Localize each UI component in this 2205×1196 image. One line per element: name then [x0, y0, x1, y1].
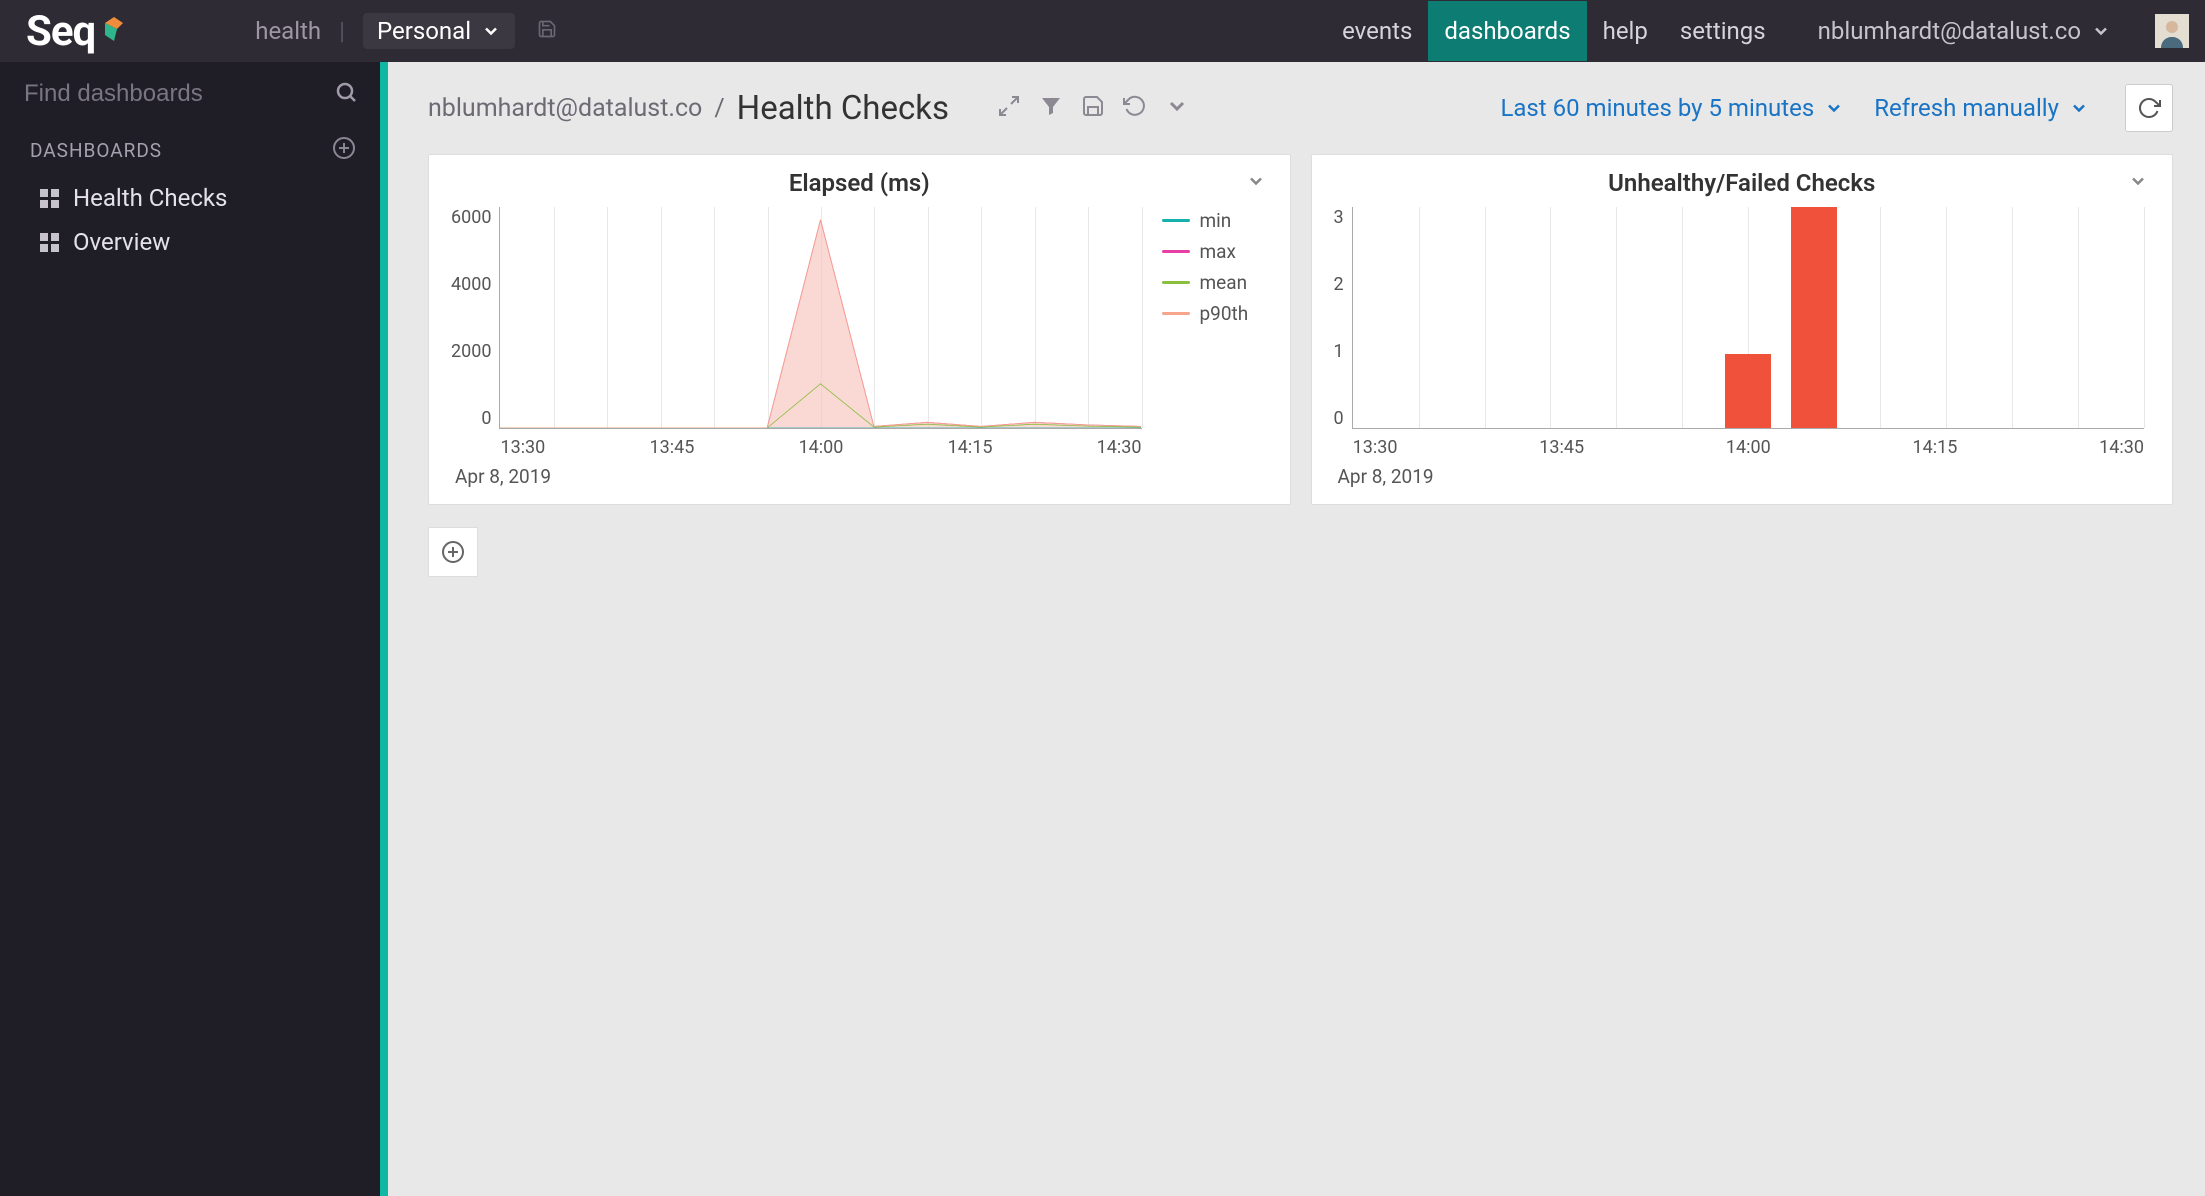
- signal-separator: |: [339, 17, 345, 45]
- accent-strip: [380, 62, 388, 1196]
- chart-card-unhealthy: Unhealthy/Failed Checks 3210 13:3013:451…: [1311, 154, 2174, 505]
- main: nblumhardt@datalust.co / Health Checks L…: [388, 62, 2205, 1196]
- refresh-mode-label: Refresh manually: [1874, 94, 2059, 122]
- chevron-down-icon: [1824, 98, 1844, 118]
- add-chart-button[interactable]: [428, 527, 478, 577]
- legend-item[interactable]: max: [1162, 240, 1268, 263]
- logo[interactable]: Seq: [26, 7, 125, 56]
- sidebar-list: Health Checks Overview: [0, 170, 380, 270]
- y-axis: 3210: [1330, 203, 1352, 463]
- nav-item-help[interactable]: help: [1587, 1, 1664, 61]
- filter-icon[interactable]: [1039, 94, 1063, 122]
- line-chart: 6000400020000 13:3013:4514:0014:1514:30 …: [447, 203, 1272, 463]
- grid-icon: [40, 233, 59, 252]
- nav-items: eventsdashboardshelpsettings: [1326, 1, 1782, 61]
- page-title: Health Checks: [737, 89, 949, 128]
- chart-card-elapsed: Elapsed (ms) 6000400020000 13:3013:4514:…: [428, 154, 1291, 505]
- bar[interactable]: [1725, 354, 1771, 428]
- sidebar-section-title: DASHBOARDS: [30, 139, 162, 162]
- card-title: Elapsed (ms): [789, 169, 930, 197]
- sidebar-item-label: Health Checks: [73, 184, 227, 212]
- legend: min max mean p90th: [1152, 203, 1272, 463]
- top-nav: Seq health | Personal eventsdashboardshe…: [0, 0, 2205, 62]
- chevron-down-icon[interactable]: [1165, 94, 1189, 122]
- cards-row: Elapsed (ms) 6000400020000 13:3013:4514:…: [388, 154, 2205, 505]
- legend-item[interactable]: p90th: [1162, 302, 1268, 325]
- sidebar: DASHBOARDS Health Checks Overview: [0, 62, 380, 1196]
- sidebar-search: [0, 62, 380, 126]
- page-header-right: Last 60 minutes by 5 minutes Refresh man…: [1500, 84, 2173, 132]
- nav-item-dashboards[interactable]: dashboards: [1428, 1, 1586, 61]
- chevron-down-icon: [2069, 98, 2089, 118]
- add-dashboard-icon[interactable]: [332, 136, 356, 164]
- save-icon[interactable]: [1081, 94, 1105, 122]
- x-axis: 13:3013:4514:0014:1514:30: [1353, 437, 2144, 458]
- grid-icon: [40, 189, 59, 208]
- nav-item-events[interactable]: events: [1326, 1, 1428, 61]
- signal-selector-label: Personal: [377, 17, 471, 45]
- breadcrumb-owner[interactable]: nblumhardt@datalust.co: [428, 94, 702, 123]
- time-range-label: Last 60 minutes by 5 minutes: [1500, 94, 1814, 122]
- refresh-button[interactable]: [2125, 84, 2173, 132]
- card-title: Unhealthy/Failed Checks: [1608, 169, 1875, 197]
- top-nav-right: eventsdashboardshelpsettings nblumhardt@…: [1326, 1, 2189, 61]
- layout: DASHBOARDS Health Checks Overview nblumha…: [0, 62, 2205, 1196]
- refresh-mode-picker[interactable]: Refresh manually: [1874, 94, 2089, 122]
- sidebar-item-health-checks[interactable]: Health Checks: [0, 176, 380, 220]
- sidebar-section-header: DASHBOARDS: [0, 126, 380, 170]
- signal-bar: health | Personal: [255, 13, 557, 49]
- time-range-picker[interactable]: Last 60 minutes by 5 minutes: [1500, 94, 1844, 122]
- date-label: Apr 8, 2019: [455, 465, 1272, 488]
- sidebar-item-label: Overview: [73, 228, 170, 256]
- undo-icon[interactable]: [1123, 94, 1147, 122]
- x-axis: 13:3013:4514:0014:1514:30: [500, 437, 1141, 458]
- legend-item[interactable]: mean: [1162, 271, 1268, 294]
- logo-icon: [103, 15, 125, 47]
- plot-area[interactable]: 13:3013:4514:0014:1514:30: [1352, 207, 2144, 429]
- signal-selector[interactable]: Personal: [363, 13, 515, 49]
- expand-icon[interactable]: [997, 94, 1021, 122]
- sidebar-item-overview[interactable]: Overview: [0, 220, 380, 264]
- legend-item[interactable]: min: [1162, 209, 1268, 232]
- bar[interactable]: [1791, 207, 1837, 428]
- chevron-down-icon: [481, 21, 501, 41]
- user-menu[interactable]: nblumhardt@datalust.co: [1818, 17, 2111, 45]
- page-header: nblumhardt@datalust.co / Health Checks L…: [388, 62, 2205, 154]
- chevron-down-icon: [2091, 21, 2111, 41]
- logo-text: Seq: [26, 7, 95, 56]
- date-label: Apr 8, 2019: [1338, 465, 2155, 488]
- save-signal-icon[interactable]: [537, 17, 557, 45]
- search-input[interactable]: [24, 80, 334, 108]
- nav-item-settings[interactable]: settings: [1664, 1, 1782, 61]
- user-label: nblumhardt@datalust.co: [1818, 17, 2081, 45]
- card-menu-icon[interactable]: [1246, 171, 1266, 195]
- avatar[interactable]: [2155, 14, 2189, 48]
- plot-area[interactable]: 13:3013:4514:0014:1514:30: [499, 207, 1141, 429]
- bar-chart: 3210 13:3013:4514:0014:1514:30: [1330, 203, 2155, 463]
- search-icon[interactable]: [334, 80, 358, 108]
- y-axis: 6000400020000: [447, 203, 499, 463]
- card-menu-icon[interactable]: [2128, 171, 2148, 195]
- signal-name[interactable]: health: [255, 17, 321, 45]
- breadcrumb-sep: /: [714, 94, 724, 123]
